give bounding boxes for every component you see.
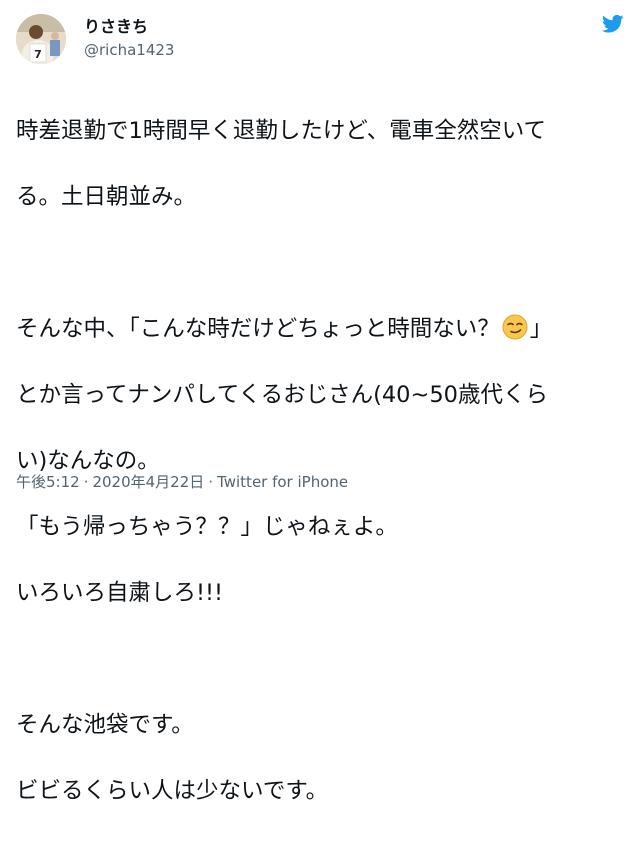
tweet-line: とか言ってナンパしてくるおじさん(40~50歳代くら — [16, 382, 548, 408]
tweet-line: ビビるくらい人は少ないです。 — [16, 778, 329, 804]
tweet-line: そんな池袋です。 — [16, 712, 194, 738]
display-name[interactable]: りさきち — [84, 16, 174, 38]
user-handle[interactable]: @richa1423 — [84, 40, 174, 60]
tweet-card: 7 りさきち @richa1423 時差退勤で1時間早く退勤したけど、電車全然空… — [0, 0, 640, 804]
tweet-line: 時差退勤で1時間早く退勤したけど、電車全然空いて — [16, 118, 547, 144]
avatar[interactable]: 7 — [16, 14, 66, 64]
tweet-date[interactable]: 2020年4月22日 — [92, 473, 204, 491]
tweet-time[interactable]: 午後5:12 — [16, 473, 80, 491]
user-names: りさきち @richa1423 — [84, 16, 174, 60]
meta-separator: · — [208, 473, 214, 491]
tweet-line: いろいろ自粛しろ!!! — [16, 580, 224, 606]
meta-separator: · — [83, 473, 89, 491]
tweet-line: 「もう帰っちゃう？？」じゃねぇよ。 — [16, 514, 398, 540]
twitter-bird-icon[interactable] — [601, 14, 624, 34]
tweet-meta: 午後5:12 · 2020年4月22日 · Twitter for iPhone — [16, 471, 348, 493]
tweet-header: 7 りさきち @richa1423 — [16, 14, 624, 66]
tweet-line-tail: 」 — [529, 316, 553, 342]
tweet-source[interactable]: Twitter for iPhone — [217, 473, 348, 491]
smirking-face-emoji — [502, 314, 528, 340]
svg-text:7: 7 — [34, 48, 42, 61]
tweet-text: 時差退勤で1時間早く退勤したけど、電車全然空いて る。土日朝並み。 そんな中、「… — [16, 82, 624, 841]
tweet-line: る。土日朝並み。 — [16, 184, 197, 210]
tweet-line: そんな中、「こんな時だけどちょっと時間ない？ — [16, 316, 500, 342]
tweet-line-with-emoji: そんな中、「こんな時だけどちょっと時間ない？ 」 — [16, 313, 624, 346]
